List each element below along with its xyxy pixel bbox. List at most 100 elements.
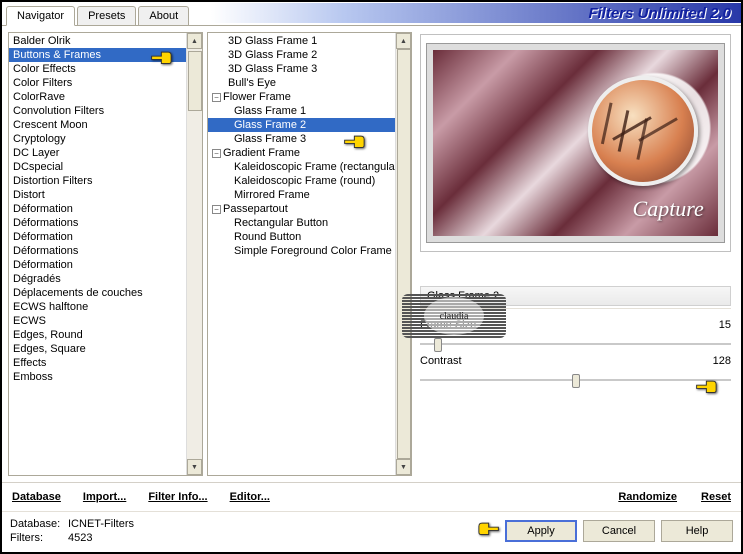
list-item[interactable]: Glass Frame 2 <box>208 118 395 132</box>
scroll-down-icon[interactable]: ▼ <box>187 459 202 475</box>
list-item[interactable]: 3D Glass Frame 1 <box>208 34 395 48</box>
list-item[interactable]: Déformations <box>9 244 186 258</box>
list-item[interactable]: Edges, Square <box>9 342 186 356</box>
list-item-label: 3D Glass Frame 2 <box>228 49 317 61</box>
list-item-label: Mirrored Frame <box>234 189 310 201</box>
cancel-button[interactable]: Cancel <box>583 520 655 542</box>
list-item[interactable]: Déformation <box>9 202 186 216</box>
preview-windmill-icon <box>588 76 698 186</box>
collapse-icon[interactable]: − <box>212 205 221 214</box>
list-item-label: Glass Frame 1 <box>234 105 306 117</box>
scroll-thumb[interactable] <box>188 51 202 111</box>
list-item[interactable]: Mirrored Frame <box>208 188 395 202</box>
scrollbar[interactable]: ▲ ▼ <box>395 33 411 475</box>
slider-thumb[interactable] <box>434 338 442 352</box>
app-title: Filters Unlimited 2.0 <box>588 5 731 22</box>
list-item[interactable]: Glass Frame 3 <box>208 132 395 146</box>
footer: Database:ICNET-Filters Filters:4523 Appl… <box>2 511 741 552</box>
filter-list[interactable]: 3D Glass Frame 13D Glass Frame 2 3D Glass… <box>207 32 412 476</box>
list-item-label: Kaleidoscopic Frame (rectangular) <box>234 161 395 173</box>
list-item[interactable]: Color Filters <box>9 76 186 90</box>
list-item[interactable]: Effects <box>9 356 186 370</box>
list-item[interactable]: Kaleidoscopic Frame (rectangular) <box>208 160 395 174</box>
list-item[interactable]: 3D Glass Frame 2 <box>208 48 395 62</box>
list-item[interactable]: Distortion Filters <box>9 174 186 188</box>
watermark-text: claudia <box>424 297 484 335</box>
list-item-label: Glass Frame 2 <box>234 119 306 131</box>
scroll-up-icon[interactable]: ▲ <box>396 33 411 49</box>
list-item[interactable]: Round Button <box>208 230 395 244</box>
list-item-label: Gradient Frame <box>223 147 300 159</box>
list-item[interactable]: Distort <box>9 188 186 202</box>
scroll-up-icon[interactable]: ▲ <box>187 33 202 49</box>
list-item[interactable]: Déformations <box>9 216 186 230</box>
scrollbar[interactable]: ▲ ▼ <box>186 33 202 475</box>
list-item[interactable]: Crescent Moon <box>9 118 186 132</box>
list-item[interactable]: ECWS <box>9 314 186 328</box>
param-label: Contrast <box>420 355 701 367</box>
filters-count-label: Filters: <box>10 532 68 544</box>
slider-thumb[interactable] <box>572 374 580 388</box>
help-button[interactable]: Help <box>661 520 733 542</box>
list-item-label: Flower Frame <box>223 91 291 103</box>
preview-caption: Capture <box>633 196 704 222</box>
list-item[interactable]: −Gradient Frame <box>208 146 395 160</box>
list-item[interactable]: Kaleidoscopic Frame (round) <box>208 174 395 188</box>
db-label: Database: <box>10 518 68 530</box>
list-item[interactable]: Simple Foreground Color Frame <box>208 244 395 258</box>
list-item-label: Rectangular Button <box>234 217 328 229</box>
list-item-label: Passepartout <box>223 203 288 215</box>
list-item[interactable]: Convolution Filters <box>9 104 186 118</box>
collapse-icon[interactable]: − <box>212 93 221 102</box>
tab-about[interactable]: About <box>138 6 189 25</box>
list-item[interactable]: Bull's Eye <box>208 76 395 90</box>
list-item[interactable]: Color Effects <box>9 62 186 76</box>
import-button[interactable]: Import... <box>81 487 128 507</box>
list-item[interactable]: −Flower Frame <box>208 90 395 104</box>
collapse-icon[interactable]: − <box>212 149 221 158</box>
list-item[interactable]: Emboss <box>9 370 186 384</box>
list-item[interactable]: Rectangular Button <box>208 216 395 230</box>
list-item[interactable]: DCspecial <box>9 160 186 174</box>
tab-presets[interactable]: Presets <box>77 6 136 25</box>
list-item-label: Simple Foreground Color Frame <box>234 245 392 257</box>
database-button[interactable]: Database <box>10 487 63 507</box>
filter-info-button[interactable]: Filter Info... <box>146 487 209 507</box>
db-value: ICNET-Filters <box>68 518 134 530</box>
list-item-label: Glass Frame 3 <box>234 133 306 145</box>
list-item[interactable]: Dégradés <box>9 272 186 286</box>
list-item[interactable]: Déformation <box>9 258 186 272</box>
list-item[interactable]: 3D Glass Frame 3 <box>208 62 395 76</box>
list-item-label: Kaleidoscopic Frame (round) <box>234 175 375 187</box>
reset-button[interactable]: Reset <box>699 487 733 507</box>
apply-button[interactable]: Apply <box>505 520 577 542</box>
param-slider[interactable] <box>420 371 731 389</box>
list-item[interactable]: Edges, Round <box>9 328 186 342</box>
list-item[interactable]: Cryptology <box>9 132 186 146</box>
watermark: claudia <box>402 294 506 338</box>
list-item[interactable]: Buttons & Frames <box>9 48 186 62</box>
tab-navigator[interactable]: Navigator <box>6 6 75 26</box>
list-item[interactable]: Balder Olrik <box>9 34 186 48</box>
toolbar: Database Import... Filter Info... Editor… <box>2 482 741 511</box>
param-value: 15 <box>701 319 731 331</box>
editor-button[interactable]: Editor... <box>228 487 272 507</box>
list-item[interactable]: −Passepartout <box>208 202 395 216</box>
list-item[interactable]: Glass Frame 1 <box>208 104 395 118</box>
list-item-label: Bull's Eye <box>228 77 276 89</box>
list-item-label: 3D Glass Frame 3 <box>228 63 317 75</box>
list-item[interactable]: DC Layer <box>9 146 186 160</box>
param-row: Contrast128 <box>420 353 731 369</box>
category-list[interactable]: Balder OlrikButtons & FramesColor Effect… <box>8 32 203 476</box>
scroll-thumb[interactable] <box>397 49 411 459</box>
title-strip: Filters Unlimited 2.0 <box>211 3 741 23</box>
list-item[interactable]: ECWS halftone <box>9 300 186 314</box>
preview-image: Capture <box>427 44 724 243</box>
list-item-label: Round Button <box>234 231 301 243</box>
filters-count-value: 4523 <box>68 532 92 544</box>
list-item[interactable]: Déplacements de couches <box>9 286 186 300</box>
scroll-down-icon[interactable]: ▼ <box>396 459 411 475</box>
list-item[interactable]: ColorRave <box>9 90 186 104</box>
list-item[interactable]: Déformation <box>9 230 186 244</box>
randomize-button[interactable]: Randomize <box>616 487 679 507</box>
